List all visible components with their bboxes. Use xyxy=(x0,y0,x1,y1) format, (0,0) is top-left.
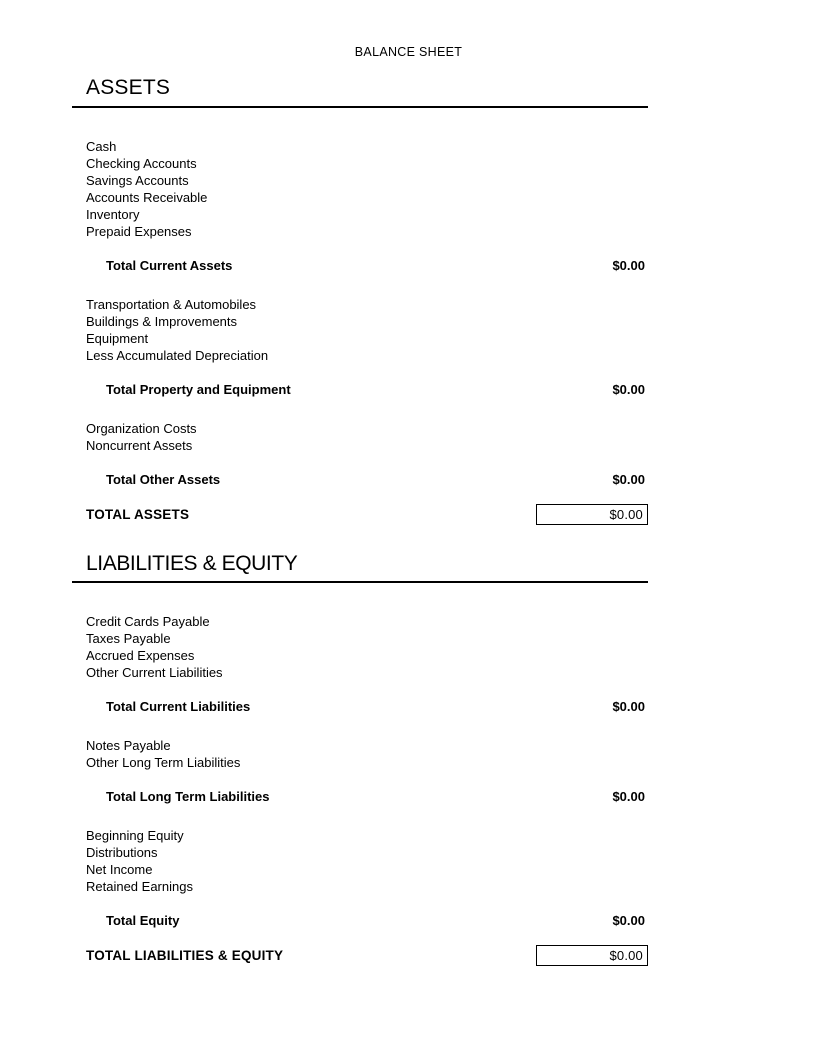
list-item: Equipment xyxy=(72,330,648,347)
subtotal-value: $0.00 xyxy=(612,699,645,715)
grand-total-label: TOTAL LIABILITIES & EQUITY xyxy=(86,948,284,964)
grand-total-label: TOTAL ASSETS xyxy=(86,506,190,522)
subtotal-value: $0.00 xyxy=(612,471,645,487)
subtotal-value: $0.00 xyxy=(612,257,645,273)
list-item: Transportation & Automobiles xyxy=(72,296,648,313)
list-item: Other Current Liabilities xyxy=(72,664,648,681)
list-item: Savings Accounts xyxy=(72,172,648,189)
line-item-label: Inventory xyxy=(86,206,140,222)
list-item: Cash xyxy=(72,138,648,155)
group-other-assets: Organization Costs Noncurrent Assets Tot… xyxy=(72,420,648,488)
line-item-label: Other Long Term Liabilities xyxy=(86,755,241,771)
section-heading-assets: ASSETS xyxy=(86,76,171,99)
group-current-assets: Cash Checking Accounts Savings Accounts … xyxy=(72,138,648,274)
line-item-label: Retained Earnings xyxy=(86,879,193,895)
group-property-and-equipment: Transportation & Automobiles Buildings &… xyxy=(72,296,648,398)
list-item: Credit Cards Payable xyxy=(72,613,648,630)
list-item: Notes Payable xyxy=(72,737,648,754)
list-item: Distributions xyxy=(72,844,648,861)
list-item: Accounts Receivable xyxy=(72,189,648,206)
subtotal-value: $0.00 xyxy=(612,381,645,397)
grand-total-value: $0.00 xyxy=(536,945,648,967)
line-item-label: Other Current Liabilities xyxy=(86,665,223,681)
subtotal-label: Total Property and Equipment xyxy=(106,381,291,397)
list-item: Taxes Payable xyxy=(72,630,648,647)
line-item-label: Checking Accounts xyxy=(86,155,197,171)
line-item-label: Transportation & Automobiles xyxy=(86,296,257,312)
line-item-label: Less Accumulated Depreciation xyxy=(86,347,269,363)
list-item: Net Income xyxy=(72,861,648,878)
grand-total-value: $0.00 xyxy=(536,503,648,525)
grand-total-row-liabilities-and-equity: TOTAL LIABILITIES & EQUITY $0.00 xyxy=(72,945,648,967)
list-item: Other Long Term Liabilities xyxy=(72,754,648,771)
balance-sheet-page: BALANCE SHEET ASSETS Cash Checking Accou… xyxy=(0,0,817,1057)
line-item-label: Accounts Receivable xyxy=(86,189,208,205)
subtotal-value: $0.00 xyxy=(612,913,645,929)
line-item-label: Savings Accounts xyxy=(86,172,189,188)
list-item: Noncurrent Assets xyxy=(72,437,648,454)
line-item-label: Equipment xyxy=(86,330,149,346)
line-item-label: Prepaid Expenses xyxy=(86,223,192,239)
subtotal-label: Total Current Liabilities xyxy=(106,699,251,715)
document-title: BALANCE SHEET xyxy=(354,45,463,59)
line-item-label: Beginning Equity xyxy=(86,828,184,844)
grand-total-row-assets: TOTAL ASSETS $0.00 xyxy=(72,503,648,525)
line-item-label: Notes Payable xyxy=(86,738,171,754)
list-item: Inventory xyxy=(72,206,648,223)
line-item-label: Cash xyxy=(86,138,117,154)
line-item-label: Organization Costs xyxy=(86,420,197,436)
list-item: Retained Earnings xyxy=(72,878,648,895)
list-item: Prepaid Expenses xyxy=(72,223,648,240)
list-item: Organization Costs xyxy=(72,420,648,437)
list-item: Beginning Equity xyxy=(72,827,648,844)
line-item-label: Buildings & Improvements xyxy=(86,313,238,329)
line-item-label: Noncurrent Assets xyxy=(86,437,193,453)
line-item-label: Taxes Payable xyxy=(86,631,171,647)
list-item: Buildings & Improvements xyxy=(72,313,648,330)
list-item: Checking Accounts xyxy=(72,155,648,172)
line-item-label: Accrued Expenses xyxy=(86,648,195,664)
section-heading-liabilities-and-equity: LIABILITIES & EQUITY xyxy=(86,551,298,575)
list-item: Less Accumulated Depreciation xyxy=(72,347,648,364)
line-item-label: Net Income xyxy=(86,862,153,878)
line-item-label: Distributions xyxy=(86,845,158,861)
subtotal-label: Total Current Assets xyxy=(106,257,233,273)
list-item: Accrued Expenses xyxy=(72,647,648,664)
group-long-term-liabilities: Notes Payable Other Long Term Liabilitie… xyxy=(72,737,648,805)
subtotal-label: Total Equity xyxy=(106,913,180,929)
subtotal-row-current-liabilities: Total Current Liabilities $0.00 xyxy=(72,698,648,715)
subtotal-row-long-term-liabilities: Total Long Term Liabilities $0.00 xyxy=(72,788,648,805)
group-current-liabilities: Credit Cards Payable Taxes Payable Accru… xyxy=(72,613,648,715)
subtotal-row-property-and-equipment: Total Property and Equipment $0.00 xyxy=(72,381,648,398)
group-equity: Beginning Equity Distributions Net Incom… xyxy=(72,827,648,929)
subtotal-value: $0.00 xyxy=(612,789,645,805)
subtotal-row-current-assets: Total Current Assets $0.00 xyxy=(72,257,648,274)
balance-sheet-body: ASSETS Cash Checking Accounts Savings Ac… xyxy=(72,76,648,967)
subtotal-label: Total Other Assets xyxy=(106,471,221,487)
section-liabilities-and-equity: LIABILITIES & EQUITY Credit Cards Payabl… xyxy=(72,552,648,967)
section-assets: ASSETS Cash Checking Accounts Savings Ac… xyxy=(72,76,648,525)
subtotal-row-other-assets: Total Other Assets $0.00 xyxy=(72,471,648,488)
line-item-label: Credit Cards Payable xyxy=(86,614,210,630)
subtotal-row-equity: Total Equity $0.00 xyxy=(72,912,648,929)
subtotal-label: Total Long Term Liabilities xyxy=(106,789,270,805)
